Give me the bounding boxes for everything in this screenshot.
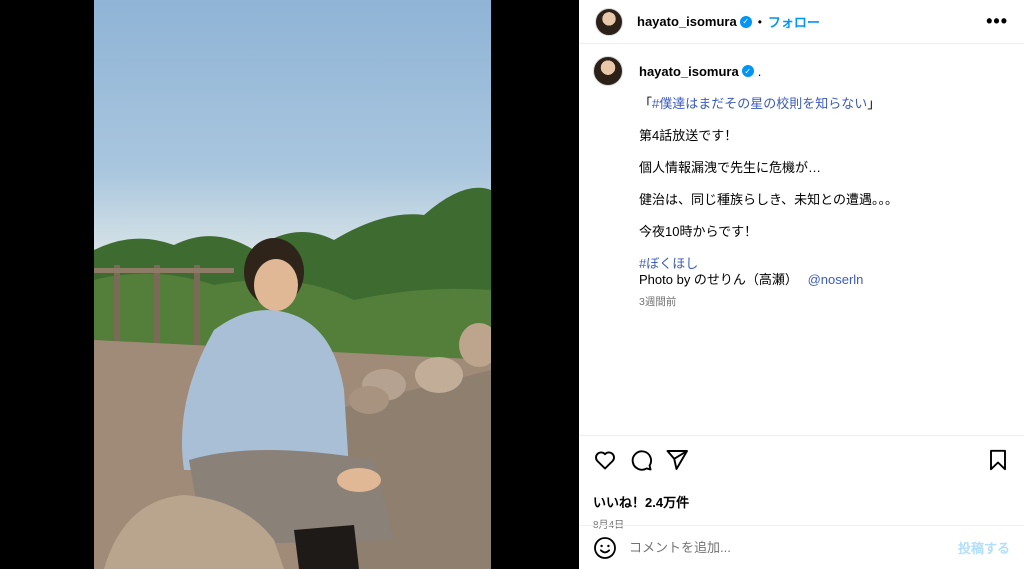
caption-block: hayato_isomura ✓ . 「#僕達はまだその星の校則を知らない」 第…	[593, 56, 1014, 436]
paper-plane-icon[interactable]	[665, 448, 689, 472]
hashtag-line: #ぼくほし	[639, 256, 1014, 272]
more-options-icon[interactable]: •••	[986, 11, 1008, 32]
caption-header: hayato_isomura ✓ .	[593, 56, 1014, 86]
avatar[interactable]	[595, 7, 623, 36]
caption-trailing-dot: .	[757, 63, 762, 79]
verified-badge-icon: ✓	[741, 65, 754, 77]
bracket-open: 「	[639, 96, 653, 111]
comment-bubble-icon[interactable]	[629, 448, 653, 472]
caption-line: 健治は、同じ種族らしき、未知との遭遇。。。	[639, 192, 898, 207]
verified-badge-icon: ✓	[739, 15, 752, 28]
caption-title-line: 「#僕達はまだその星の校則を知らない」	[639, 96, 1014, 112]
caption-line: 第4話放送です！	[639, 128, 738, 143]
follow-button[interactable]: フォロー	[768, 12, 820, 31]
post-comment-button[interactable]: 投稿する	[958, 538, 1010, 557]
post-header: hayato_isomura ✓ • フォロー •••	[579, 0, 1024, 44]
action-icons	[593, 448, 1010, 472]
mention-link[interactable]: @noserln	[808, 272, 864, 287]
caption-avatar[interactable]	[593, 56, 623, 86]
photo-scene	[94, 187, 491, 569]
caption-username[interactable]: hayato_isomura	[639, 64, 739, 79]
caption-text: 「#僕達はまだその星の校則を知らない」 第4話放送です！ 個人情報漏洩で先生に危…	[639, 96, 1014, 310]
post-photo[interactable]	[94, 0, 491, 569]
comment-box: 投稿する	[579, 525, 1024, 569]
comment-input[interactable]	[629, 540, 958, 555]
post-side-panel: hayato_isomura ✓ • フォロー ••• hayato_isomu…	[579, 0, 1024, 569]
likes-count[interactable]: いいね！2.4万件	[593, 492, 1010, 511]
heart-icon[interactable]	[593, 448, 617, 472]
hashtag-link[interactable]: #ぼくほし	[639, 256, 698, 271]
action-bar: いいね！2.4万件 8月4日	[579, 435, 1024, 531]
photo-credit-text: Photo by のせりん（高瀬）	[639, 272, 798, 287]
media-area	[0, 0, 579, 569]
caption-line: 今夜10時からです！	[639, 224, 758, 239]
bracket-close: 」	[867, 96, 881, 111]
time-ago[interactable]: 3週間前	[639, 294, 1014, 310]
username[interactable]: hayato_isomura	[637, 14, 737, 29]
caption-line: 個人情報漏洩で先生に危機が…	[639, 160, 822, 175]
separator-dot: •	[757, 14, 762, 29]
hashtag-link[interactable]: #僕達はまだその星の校則を知らない	[652, 96, 867, 111]
smiley-icon[interactable]	[593, 536, 617, 560]
post-viewer: hayato_isomura ✓ • フォロー ••• hayato_isomu…	[0, 0, 1024, 569]
photo-credit-line: Photo by のせりん（高瀬） @noserln	[639, 272, 1014, 288]
bookmark-icon[interactable]	[986, 448, 1010, 472]
